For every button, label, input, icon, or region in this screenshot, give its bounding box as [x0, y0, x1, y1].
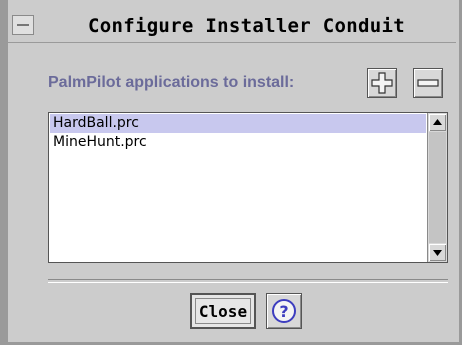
list-item-label: HardBall.prc: [53, 115, 139, 131]
list-item-label: MineHunt.prc: [53, 134, 147, 150]
plus-icon: [371, 72, 393, 94]
list-item[interactable]: MineHunt.prc: [50, 133, 426, 152]
arrow-up-icon: [433, 119, 442, 125]
close-button[interactable]: Close: [190, 293, 256, 329]
list-item[interactable]: HardBall.prc: [50, 114, 426, 133]
add-application-button[interactable]: [367, 68, 397, 98]
window-title: Configure Installer Conduit: [88, 15, 405, 37]
applications-label: PalmPilot applications to install:: [48, 74, 295, 91]
configure-installer-dialog: Configure Installer Conduit PalmPilot ap…: [0, 0, 462, 345]
help-button[interactable]: ?: [266, 293, 302, 329]
scroll-track[interactable]: [429, 132, 446, 243]
svg-text:?: ?: [279, 302, 288, 321]
vertical-scrollbar[interactable]: [427, 113, 447, 262]
help-icon: ?: [272, 299, 296, 323]
remove-application-button[interactable]: [413, 68, 443, 98]
separator: [48, 279, 448, 283]
window-menu-icon: [17, 24, 29, 26]
scroll-down-button[interactable]: [429, 244, 446, 261]
minus-icon: [417, 79, 439, 87]
window-left-border: [0, 0, 8, 342]
arrow-down-icon: [433, 250, 442, 256]
applications-list[interactable]: HardBall.prc MineHunt.prc: [48, 112, 448, 263]
scroll-up-button[interactable]: [429, 114, 446, 131]
window-menu-button[interactable]: [12, 15, 34, 35]
